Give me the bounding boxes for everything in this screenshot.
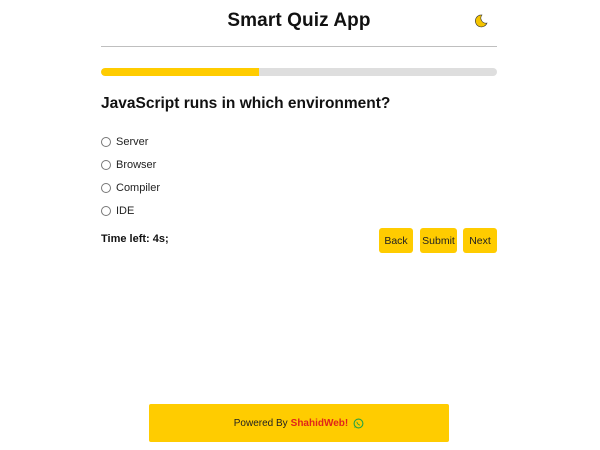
- radio-button[interactable]: [101, 205, 111, 216]
- footer-prefix: Powered By: [233, 417, 288, 429]
- app-title: Smart Quiz App: [227, 10, 371, 31]
- option-server[interactable]: Server: [101, 130, 160, 153]
- option-compiler[interactable]: Compiler: [101, 176, 160, 199]
- moon-icon[interactable]: [474, 14, 488, 28]
- progress-bar: [101, 68, 497, 76]
- option-browser[interactable]: Browser: [101, 153, 160, 176]
- app-header: Smart Quiz App: [101, 0, 497, 47]
- radio-button[interactable]: [101, 182, 111, 193]
- answer-options: Server Browser Compiler IDE: [101, 130, 160, 222]
- whatsapp-icon[interactable]: [353, 418, 364, 429]
- time-left: Time left: 4s;: [101, 233, 169, 245]
- footer-brand-link[interactable]: ShahidWeb!: [291, 418, 349, 429]
- back-button[interactable]: Back: [379, 228, 413, 253]
- option-label: Compiler: [116, 181, 161, 194]
- radio-button[interactable]: [101, 136, 111, 147]
- progress-fill: [101, 68, 260, 76]
- option-label: IDE: [116, 204, 135, 217]
- option-ide[interactable]: IDE: [101, 199, 160, 222]
- option-label: Browser: [116, 158, 157, 171]
- next-button[interactable]: Next: [463, 228, 497, 253]
- footer: Powered By ShahidWeb!: [149, 404, 449, 442]
- radio-button[interactable]: [101, 159, 111, 170]
- option-label: Server: [116, 135, 149, 148]
- question-text: JavaScript runs in which environment?: [101, 95, 391, 112]
- submit-button[interactable]: Submit: [420, 228, 457, 253]
